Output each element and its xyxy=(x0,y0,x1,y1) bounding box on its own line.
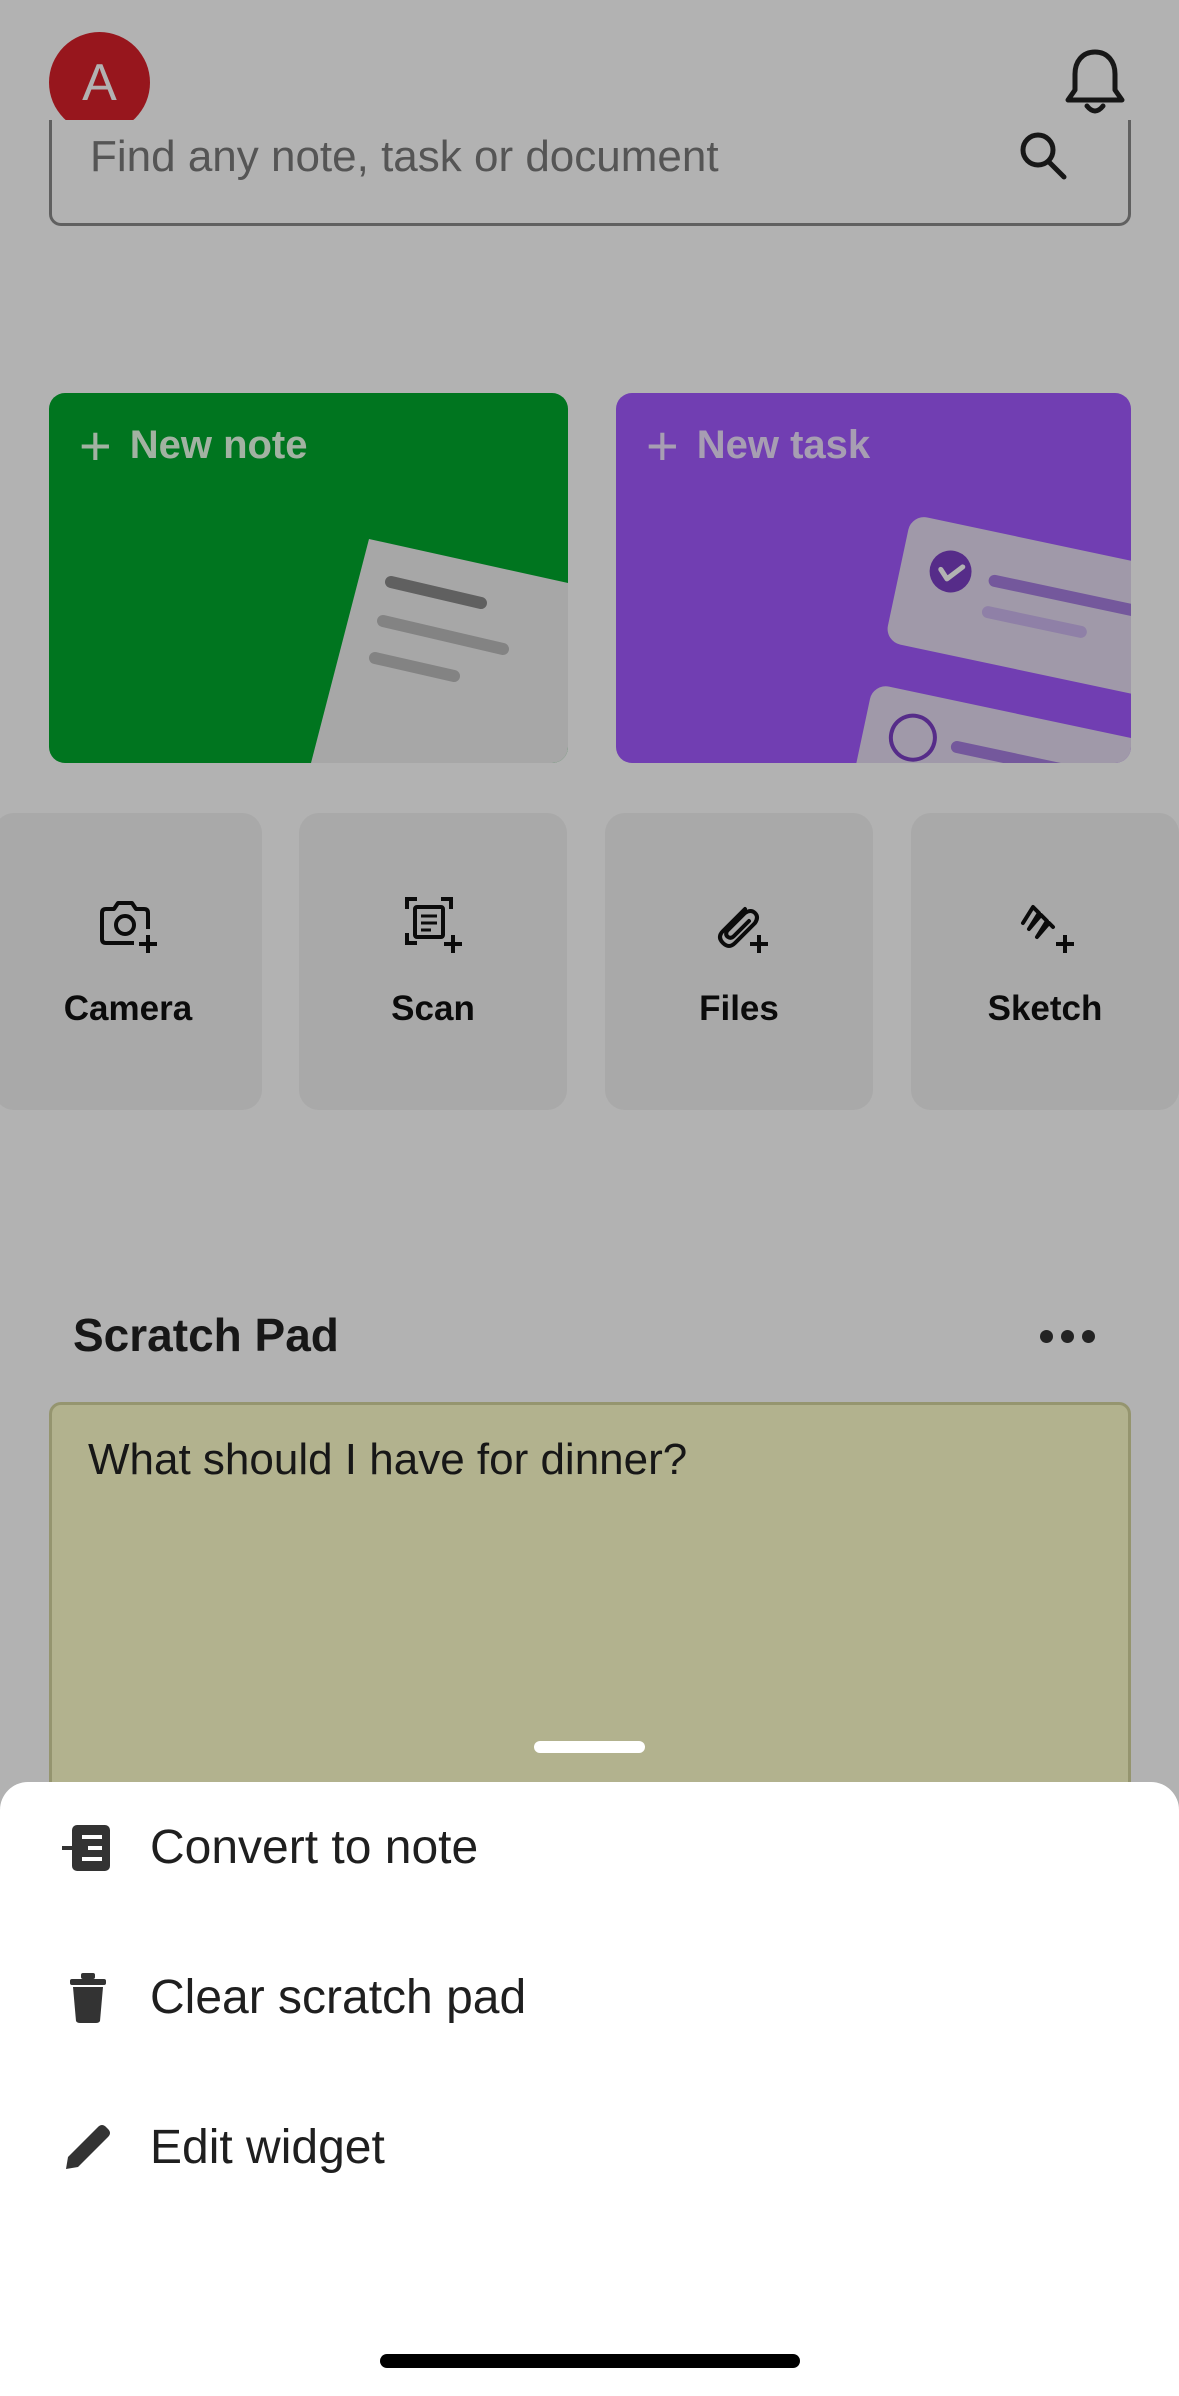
pencil-icon xyxy=(66,2125,110,2169)
home-indicator[interactable] xyxy=(380,2354,800,2368)
edit-widget-item[interactable]: Edit widget xyxy=(0,2082,1179,2212)
bottom-sheet: Convert to note Clear scratch pad Edit w… xyxy=(0,1782,1179,2396)
clear-scratch-pad-item[interactable]: Clear scratch pad xyxy=(0,1932,1179,2062)
convert-to-note-item[interactable]: Convert to note xyxy=(0,1782,1179,1912)
sheet-drag-handle[interactable] xyxy=(534,1741,645,1753)
convert-to-note-label: Convert to note xyxy=(150,1820,479,1874)
convert-note-icon xyxy=(62,1825,110,1871)
edit-widget-label: Edit widget xyxy=(150,2120,385,2174)
trash-icon xyxy=(70,1973,106,2023)
clear-scratch-pad-label: Clear scratch pad xyxy=(150,1970,527,2024)
